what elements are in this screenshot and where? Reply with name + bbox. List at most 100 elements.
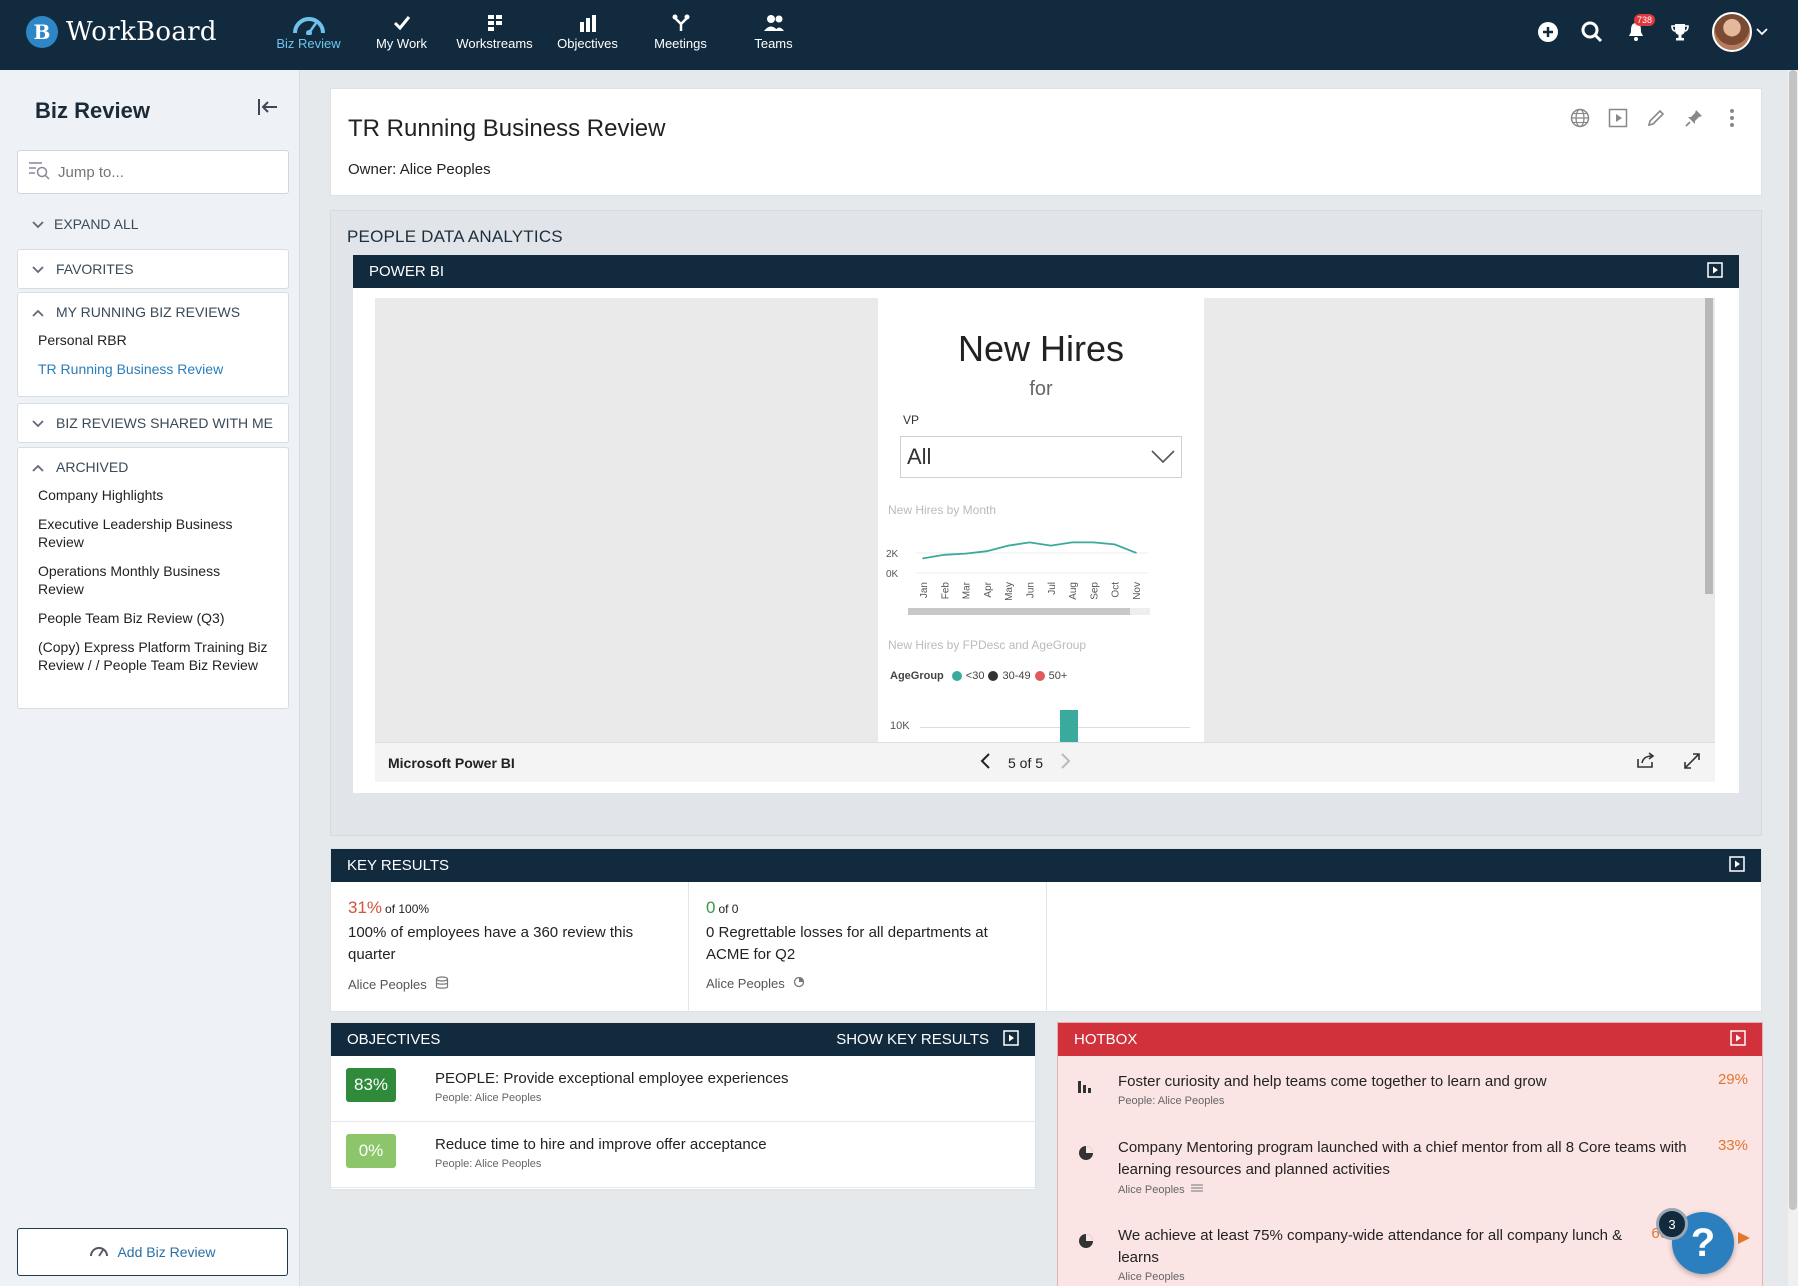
pie-icon	[1078, 1233, 1094, 1254]
report-pager: 5 of 5	[980, 753, 1071, 772]
nav-biz-review[interactable]: Biz Review	[262, 10, 355, 60]
add-biz-review-button[interactable]: Add Biz Review	[17, 1228, 288, 1276]
fullscreen-icon[interactable]	[1683, 752, 1701, 773]
sidebar-item-express-platform-training[interactable]: (Copy) Express Platform Training Biz Rev…	[18, 638, 288, 674]
x-tick-label: Jan	[919, 582, 930, 598]
my-running-label: MY RUNNING BIZ REVIEWS	[56, 304, 241, 320]
avatar	[1712, 12, 1752, 52]
x-tick-label: Mar	[962, 581, 973, 599]
chevron-down-icon	[1151, 444, 1175, 470]
key-result-item[interactable]: 0 of 0 0 Regrettable losses for all depar…	[689, 882, 1047, 1012]
sidebar-item-personal-rbr[interactable]: Personal RBR	[18, 331, 288, 349]
archived-header[interactable]: ARCHIVED	[18, 448, 288, 486]
chevron-left-icon[interactable]	[980, 753, 990, 772]
bar-chart-icon	[1078, 1079, 1094, 1098]
sidebar-item-people-team-q3[interactable]: People Team Biz Review (Q3)	[18, 609, 288, 627]
y-tick-label: 2K	[886, 549, 899, 560]
jump-to-input[interactable]	[58, 163, 258, 181]
nav-workstreams[interactable]: Workstreams	[448, 10, 541, 60]
more-options-icon[interactable]	[1721, 107, 1743, 129]
key-results-title: KEY RESULTS	[347, 857, 449, 874]
kr-target: of 100%	[385, 902, 430, 916]
bell-icon[interactable]: 738	[1624, 14, 1656, 44]
nav-teams[interactable]: Teams	[727, 10, 820, 60]
sidebar-title: Biz Review	[35, 98, 150, 123]
scrollbar-thumb[interactable]	[1789, 70, 1797, 1210]
share-icon[interactable]	[1637, 752, 1655, 773]
series-line	[922, 541, 1137, 560]
footer-tools	[1637, 752, 1701, 773]
objective-row[interactable]: 0% Reduce time to hire and improve offer…	[331, 1122, 1035, 1188]
present-icon[interactable]	[1729, 855, 1745, 876]
power-bi-footer: Microsoft Power BI 5 of 5	[375, 742, 1715, 782]
sidebar-item-company-highlights[interactable]: Company Highlights	[18, 486, 288, 504]
power-bi-canvas[interactable]: New Hires for VP All New Hires by Month …	[375, 298, 1715, 742]
power-bi-report: New Hires for VP All New Hires by Month …	[878, 298, 1204, 742]
x-tick-label: Nov	[1132, 582, 1143, 600]
sidebar: Biz Review EXPAND ALL FAVORITES MY RUNNI…	[0, 70, 300, 1286]
nav-label: My Work	[375, 36, 428, 51]
shared-header[interactable]: BIZ REVIEWS SHARED WITH ME	[18, 404, 288, 442]
add-icon[interactable]	[1536, 20, 1560, 44]
favorites-section[interactable]: FAVORITES	[17, 249, 289, 289]
page-scrollbar[interactable]	[1788, 70, 1798, 1286]
objective-row[interactable]: 83% PEOPLE: Provide exceptional employee…	[331, 1056, 1035, 1122]
globe-icon[interactable]	[1569, 107, 1591, 129]
owner-line: Owner: Alice Peoples	[348, 161, 491, 178]
power-bi-brand: Microsoft Power BI	[388, 754, 515, 771]
workstreams-icon	[487, 10, 503, 36]
hotbox-item-owner: Alice Peoples	[1118, 1183, 1185, 1196]
present-icon[interactable]	[1707, 261, 1723, 282]
hotbox-item-owner: Alice Peoples	[1118, 1271, 1185, 1283]
trophy-icon[interactable]	[1668, 20, 1692, 44]
objective-owner: People: Alice Peoples	[435, 1092, 542, 1104]
hotbox-item-name: We achieve at least 75% company-wide att…	[1118, 1227, 1623, 1266]
expand-all-toggle[interactable]: EXPAND ALL	[32, 216, 139, 232]
present-icon[interactable]	[1607, 107, 1629, 129]
expand-all-label: EXPAND ALL	[54, 216, 139, 232]
collapse-sidebar-icon[interactable]	[257, 98, 279, 121]
report-scrollbar[interactable]	[1705, 298, 1713, 594]
workboard-logo[interactable]: B WorkBoard	[26, 16, 217, 48]
vp-filter-dropdown[interactable]: All	[900, 436, 1182, 478]
hotbox-title: HOTBOX	[1074, 1031, 1138, 1048]
objective-progress-pill: 0%	[346, 1134, 396, 1168]
key-result-item[interactable]: 31% of 100% 100% of employees have a 360 …	[331, 882, 689, 1012]
logo-mark: B	[26, 16, 58, 48]
header-tools	[1569, 107, 1743, 129]
pie-icon	[1078, 1145, 1094, 1166]
sidebar-item-tr-running-business-review[interactable]: TR Running Business Review	[18, 360, 288, 378]
nav-my-work[interactable]: My Work	[355, 10, 448, 60]
present-icon[interactable]	[1730, 1029, 1746, 1050]
jump-to-field[interactable]	[17, 150, 289, 194]
present-icon[interactable]	[1003, 1029, 1019, 1050]
favorites-label: FAVORITES	[56, 261, 134, 277]
nav-meetings[interactable]: Meetings	[634, 10, 727, 60]
page-indicator: 5 of 5	[1008, 754, 1044, 771]
edit-icon[interactable]	[1645, 107, 1667, 129]
objective-name: PEOPLE: Provide exceptional employee exp…	[435, 1070, 789, 1087]
sidebar-item-executive-leadership[interactable]: Executive Leadership Business Review	[18, 515, 288, 551]
user-menu[interactable]	[1712, 12, 1768, 52]
nav-objectives[interactable]: Objectives	[541, 10, 634, 60]
show-key-results-toggle[interactable]: SHOW KEY RESULTS	[836, 1031, 989, 1048]
objectives-bar-tools: SHOW KEY RESULTS	[836, 1029, 1019, 1050]
chevron-down-icon	[32, 216, 44, 232]
kr-owner: Alice Peoples	[706, 976, 1029, 991]
pin-icon[interactable]	[1683, 107, 1705, 129]
search-icon[interactable]	[1580, 20, 1604, 44]
x-tick-label: Oct	[1111, 582, 1122, 598]
chevron-down-icon	[32, 261, 44, 277]
sidebar-item-operations-monthly[interactable]: Operations Monthly Business Review	[18, 562, 288, 598]
x-tick-label: Aug	[1068, 582, 1079, 600]
kr-target: of 0	[718, 902, 739, 916]
hotbox-item-percent: 33%	[1717, 1137, 1748, 1154]
nav-label: Workstreams	[456, 36, 533, 51]
favorites-header[interactable]: FAVORITES	[18, 250, 288, 288]
my-running-header[interactable]: MY RUNNING BIZ REVIEWS	[18, 293, 288, 331]
shared-section[interactable]: BIZ REVIEWS SHARED WITH ME	[17, 403, 289, 443]
key-results-bar: KEY RESULTS	[331, 849, 1761, 882]
chevron-right-icon[interactable]	[1061, 753, 1071, 772]
search-list-icon	[28, 160, 50, 185]
meetings-icon	[672, 10, 690, 36]
